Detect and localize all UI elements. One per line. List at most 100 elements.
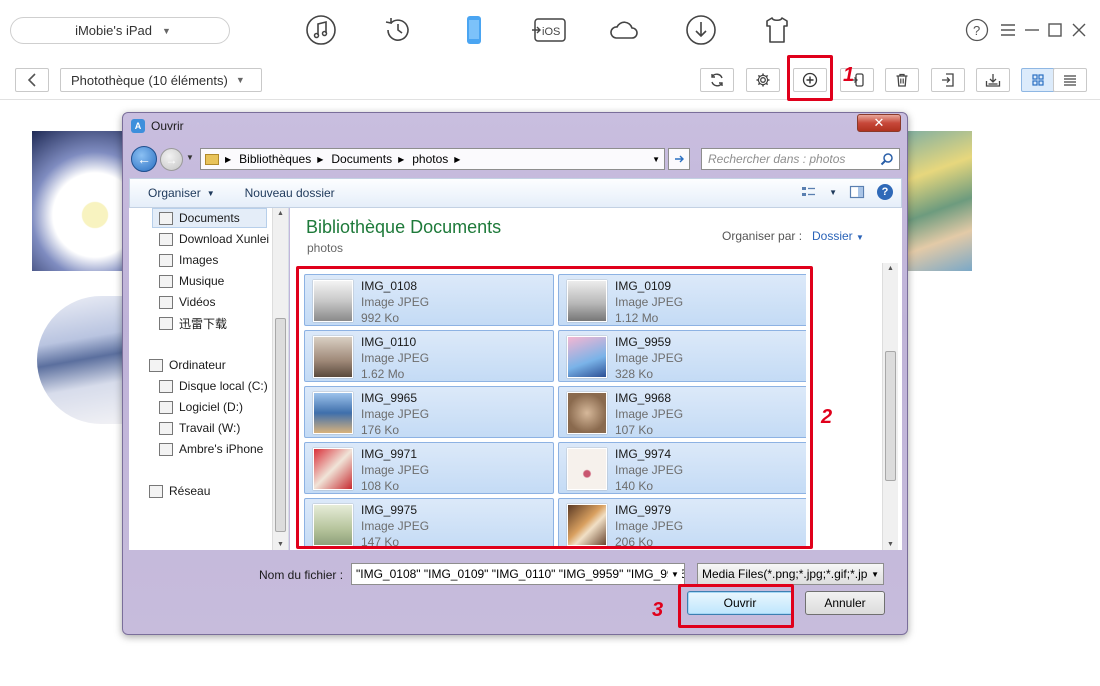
nav-forward-button[interactable]: →	[160, 148, 183, 171]
background-photo-daisy[interactable]	[32, 131, 122, 271]
nav-item-documents[interactable]: Documents	[152, 208, 267, 228]
device-selector[interactable]: iMobie's iPad ▼	[10, 17, 230, 44]
search-input[interactable]: Rechercher dans : photos	[701, 148, 900, 170]
scrollbar-thumb[interactable]	[275, 318, 286, 532]
iphone-icon[interactable]	[456, 12, 492, 48]
nav-item-label: Disque local (C:)	[179, 379, 268, 393]
settings-button[interactable]	[746, 68, 780, 92]
chevron-down-icon: ▼	[871, 569, 879, 579]
grid-view-button[interactable]	[1021, 68, 1055, 92]
nav-item-label: 迅雷下载	[179, 316, 228, 331]
scroll-down-icon[interactable]: ▼	[887, 541, 894, 548]
maximize-icon[interactable]	[1047, 18, 1063, 42]
minimize-icon[interactable]	[1024, 18, 1040, 42]
nav-item-label: Travail (W:)	[179, 421, 241, 435]
nav-item-label: Vidéos	[179, 295, 216, 309]
chevron-down-icon[interactable]: ▼	[652, 155, 660, 164]
help-icon[interactable]: ?	[877, 184, 893, 200]
scroll-up-icon[interactable]: ▲	[887, 265, 894, 272]
organize-label: Organiser	[148, 186, 201, 200]
breadcrumb-label: photos	[412, 152, 449, 166]
music-icon[interactable]	[303, 12, 339, 48]
music-icon	[159, 274, 173, 288]
chevron-down-icon[interactable]: ▼	[668, 564, 682, 584]
nav-item-label: Logiciel (D:)	[179, 400, 244, 414]
svg-text:?: ?	[973, 23, 980, 38]
help-icon[interactable]: ?	[965, 18, 989, 42]
nav-back-button[interactable]: ←	[131, 146, 157, 172]
cancel-button[interactable]: Annuler	[805, 591, 885, 615]
nav-item-network[interactable]: Réseau	[149, 481, 210, 501]
close-icon: ✕	[873, 115, 885, 130]
breadcrumb-item[interactable]: Documents ▶	[331, 152, 404, 166]
address-bar[interactable]: ▶ Bibliothèques ▶ Documents ▶ photos ▶ ▼	[200, 148, 665, 170]
navigation-pane: Documents Download Xunlei Images Musique…	[129, 208, 289, 550]
nav-item-label: Ordinateur	[169, 358, 226, 372]
change-view-icon[interactable]	[801, 184, 817, 200]
cloud-icon[interactable]	[606, 12, 642, 48]
close-icon[interactable]	[1071, 18, 1087, 42]
folder-icon	[159, 232, 173, 246]
nav-scrollbar[interactable]: ▲ ▼	[272, 208, 288, 550]
nav-item-drive-w[interactable]: Travail (W:)	[159, 418, 240, 438]
scroll-up-icon[interactable]: ▲	[277, 210, 284, 217]
background-photo-watercolor[interactable]	[37, 296, 122, 424]
network-icon	[149, 484, 163, 498]
organize-menu[interactable]: Organiser ▼	[148, 186, 215, 200]
chevron-down-icon: ▼	[206, 188, 215, 198]
chevron-down-icon[interactable]: ▼	[829, 188, 837, 197]
dialog-titlebar: A Ouvrir	[131, 119, 184, 133]
nav-item-images[interactable]: Images	[159, 250, 218, 270]
settings-icon	[756, 73, 770, 87]
nav-item-computer[interactable]: Ordinateur	[149, 355, 226, 375]
preview-pane-icon[interactable]	[849, 184, 865, 200]
menu-icon[interactable]	[1000, 18, 1016, 42]
refresh-icon	[675, 155, 684, 163]
nav-item-download-xunlei[interactable]: Download Xunlei	[159, 229, 269, 249]
ios-label: iOS	[542, 26, 560, 38]
scrollbar-thumb[interactable]	[885, 351, 896, 481]
scroll-down-icon[interactable]: ▼	[277, 541, 284, 548]
list-view-button[interactable]	[1053, 68, 1087, 92]
nav-item-label: Images	[179, 253, 219, 267]
nav-item-xunlei-download[interactable]: 迅雷下载	[159, 313, 227, 333]
address-refresh-button[interactable]	[668, 148, 690, 170]
organize-by-dropdown[interactable]: Dossier ▼	[812, 229, 864, 243]
images-icon	[159, 253, 173, 267]
search-icon[interactable]	[880, 152, 894, 166]
download-to-pc-button[interactable]	[976, 68, 1010, 92]
delete-button[interactable]	[885, 68, 919, 92]
annotation-box-step1	[787, 55, 833, 101]
filename-input[interactable]: "IMG_0108" "IMG_0109" "IMG_0110" "IMG_99…	[351, 563, 685, 585]
nav-item-label: Documents	[179, 211, 240, 225]
recent-locations-dropdown[interactable]: ▼	[186, 153, 194, 162]
nav-item-iphone[interactable]: Ambre's iPhone	[159, 439, 263, 459]
breadcrumb-label: Bibliothèques	[239, 152, 312, 166]
tshirt-icon[interactable]	[759, 12, 795, 48]
organize-by-value: Dossier	[812, 229, 853, 243]
drive-icon	[159, 421, 173, 435]
refresh-button[interactable]	[700, 68, 734, 92]
nav-item-drive-c[interactable]: Disque local (C:)	[159, 376, 268, 396]
content-scrollbar[interactable]: ▲ ▼	[882, 263, 898, 550]
breadcrumb-item[interactable]: photos ▶	[412, 152, 460, 166]
export-button[interactable]	[931, 68, 965, 92]
dialog-close-button[interactable]: ✕	[857, 114, 901, 132]
nav-item-label: Réseau	[169, 484, 211, 498]
history-icon[interactable]	[380, 12, 416, 48]
filetype-select[interactable]: Media Files(*.png;*.jpg;*.gif;*.jp ▼	[697, 563, 884, 585]
top-bar: iMobie's iPad ▼ iOS ?	[0, 0, 1100, 60]
nav-item-videos[interactable]: Vidéos	[159, 292, 215, 312]
download-icon[interactable]	[683, 12, 719, 48]
ios-icon[interactable]: iOS	[531, 12, 569, 48]
breadcrumb-item[interactable]: Bibliothèques ▶	[239, 152, 323, 166]
back-button[interactable]	[15, 68, 49, 92]
library-dropdown[interactable]: Photothèque (10 éléments) ▼	[60, 68, 262, 92]
nav-item-drive-d[interactable]: Logiciel (D:)	[159, 397, 243, 417]
new-folder-button[interactable]: Nouveau dossier	[245, 186, 335, 200]
arrow-left-icon: ←	[137, 151, 151, 167]
annotation-box-step2	[296, 266, 813, 549]
nav-item-music[interactable]: Musique	[159, 271, 224, 291]
background-photo-painting[interactable]	[908, 131, 972, 271]
nav-item-label: Musique	[179, 274, 225, 288]
